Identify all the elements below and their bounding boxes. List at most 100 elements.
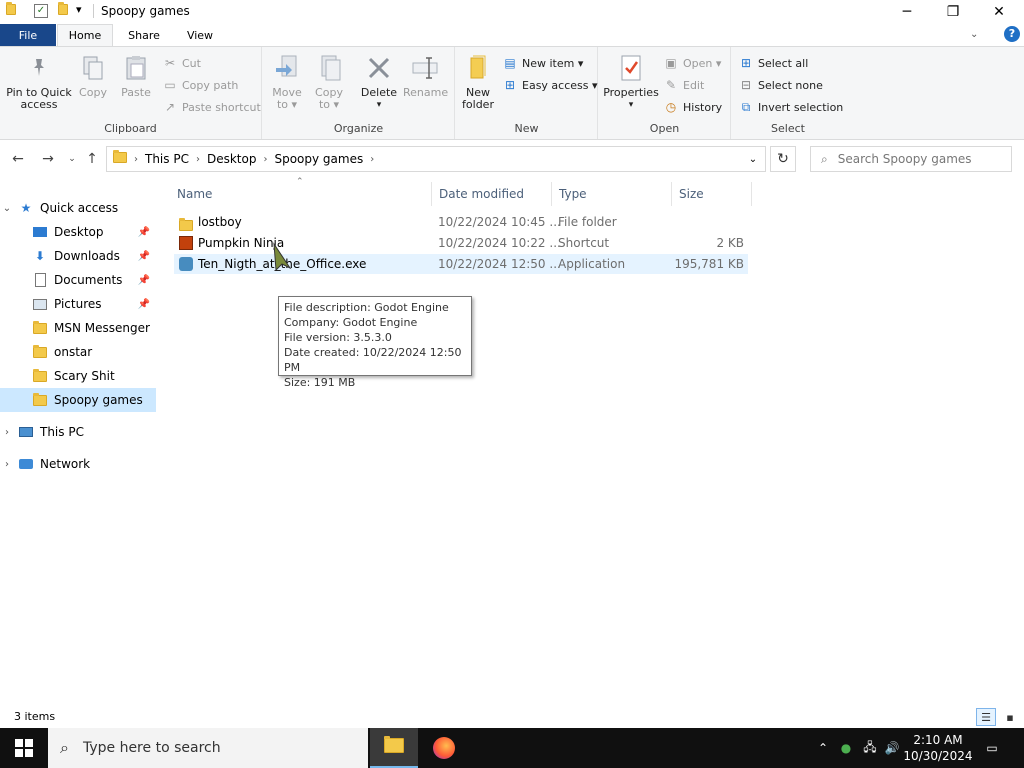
chevron-right-icon[interactable]: › xyxy=(0,459,14,470)
nav-network[interactable]: › Network xyxy=(0,452,156,476)
minimize-button[interactable]: ─ xyxy=(884,0,930,24)
breadcrumb-desktop[interactable]: Desktop xyxy=(207,152,257,166)
folder-icon xyxy=(32,368,48,383)
clipboard-group: Pin to Quick access Copy Paste ✂ Cut ▭ Cop… xyxy=(0,47,262,139)
open-button[interactable]: ▣ Open ▾ xyxy=(663,55,721,71)
file-row[interactable]: Ten_Nigth_at_the_Office.exe 10/22/2024 1… xyxy=(174,254,748,274)
copy-path-icon: ▭ xyxy=(164,78,176,92)
tab-view[interactable]: View xyxy=(172,24,228,46)
file-row[interactable]: Pumpkin Ninja 10/22/2024 10:22 ... Short… xyxy=(174,233,748,253)
show-hidden-icons-chevron-icon[interactable]: ⌃ xyxy=(814,728,832,768)
nav-item-downloads[interactable]: ⬇ Downloads 📌 xyxy=(0,244,156,268)
ribbon-collapse-icon[interactable]: ⌄ xyxy=(970,29,978,40)
forward-button[interactable]: → xyxy=(38,149,58,169)
new-item-button[interactable]: ▤ New item ▾ xyxy=(502,55,583,71)
file-type: Application xyxy=(558,257,626,271)
pin-label-2: access xyxy=(20,98,58,111)
breadcrumb-separator: › xyxy=(195,153,200,165)
move-to-button[interactable]: Move to ▾ xyxy=(269,53,305,111)
easy-access-button[interactable]: ⊞ Easy access ▾ xyxy=(502,77,598,93)
taskbar-search[interactable]: ⌕ Type here to search xyxy=(48,728,368,768)
tab-share[interactable]: Share xyxy=(116,24,172,46)
tab-home[interactable]: Home xyxy=(57,24,113,46)
up-button[interactable]: ↑ xyxy=(82,149,102,169)
new-folder-qa-icon[interactable] xyxy=(58,2,68,18)
file-size: 2 KB xyxy=(716,236,744,250)
select-all-button[interactable]: ⊞ Select all xyxy=(738,55,808,71)
address-dropdown-chevron-icon[interactable]: ⌄ xyxy=(740,146,766,172)
copy-to-button[interactable]: Copy to ▾ xyxy=(311,53,347,111)
details-view-icon[interactable]: ☰ xyxy=(976,708,996,726)
file-size: 195,781 KB xyxy=(674,257,744,271)
properties-button[interactable]: Properties ▾ xyxy=(603,53,659,111)
nav-item-onstar[interactable]: onstar xyxy=(0,340,156,364)
nav-quick-access[interactable]: ⌄ ★ Quick access xyxy=(0,196,156,220)
network-icon xyxy=(18,457,34,471)
nav-item-label: Spoopy games xyxy=(54,393,143,407)
nav-item-scary-shit[interactable]: Scary Shit xyxy=(0,364,156,388)
volume-icon[interactable]: 🔊 xyxy=(882,728,902,768)
select-none-button[interactable]: ⊟ Select none xyxy=(738,77,823,93)
nav-item-label: Pictures xyxy=(54,297,102,311)
nav-this-pc[interactable]: › This PC xyxy=(0,420,156,444)
file-row[interactable]: lostboy 10/22/2024 10:45 ... File folder xyxy=(174,212,748,232)
copy-button[interactable]: Copy xyxy=(76,53,110,99)
history-button[interactable]: ◷ History xyxy=(663,99,722,115)
back-button[interactable]: ← xyxy=(8,149,28,169)
history-icon: ◷ xyxy=(665,100,677,114)
move-to-label-2: to ▾ xyxy=(276,98,298,111)
taskbar-search-input[interactable]: Type here to search xyxy=(83,740,221,756)
edit-button[interactable]: ✎ Edit xyxy=(663,77,704,93)
chevron-right-icon[interactable]: › xyxy=(0,427,14,438)
invert-selection-button[interactable]: ⧉ Invert selection xyxy=(738,99,844,115)
taskbar-firefox[interactable] xyxy=(420,728,468,768)
move-to-icon xyxy=(272,53,302,83)
maximize-button[interactable]: ❐ xyxy=(930,0,976,24)
taskbar-file-explorer[interactable] xyxy=(370,728,418,768)
rename-button[interactable]: Rename xyxy=(403,53,448,99)
tab-file[interactable]: File xyxy=(0,24,56,46)
user-status-icon[interactable]: ● xyxy=(836,728,856,768)
search-box[interactable]: ⌕ Search Spoopy games xyxy=(810,146,1012,172)
nav-item-desktop[interactable]: Desktop 📌 xyxy=(0,220,156,244)
paste-button[interactable]: Paste xyxy=(118,53,154,99)
large-icons-view-icon[interactable]: ▪ xyxy=(1000,708,1020,726)
breadcrumb-spoopy-games[interactable]: Spoopy games xyxy=(274,152,363,166)
chevron-down-icon[interactable]: ⌄ xyxy=(0,203,14,214)
recent-locations-dropdown[interactable]: ⌄ xyxy=(62,149,82,169)
help-icon[interactable]: ? xyxy=(1004,26,1020,42)
nav-item-spoopy-games[interactable]: Spoopy games xyxy=(0,388,156,412)
properties-check-icon[interactable]: ✓ xyxy=(34,4,48,18)
search-input[interactable]: Search Spoopy games xyxy=(838,152,972,166)
edit-icon: ✎ xyxy=(665,78,677,92)
notifications-icon[interactable]: ▭ xyxy=(980,728,1004,768)
column-header-name[interactable]: Name xyxy=(170,182,432,206)
pin-to-quick-access-button[interactable]: Pin to Quick access xyxy=(4,53,74,111)
ribbon: Pin to Quick access Copy Paste ✂ Cut ▭ Cop… xyxy=(0,46,1024,140)
nav-item-msn-messenger[interactable]: MSN Messenger xyxy=(0,316,156,340)
copy-path-button[interactable]: ▭ Copy path xyxy=(162,77,238,93)
easy-access-icon: ⊞ xyxy=(504,78,516,92)
nav-item-label: Documents xyxy=(54,273,123,287)
column-header-size[interactable]: Size xyxy=(672,182,752,206)
customize-qa-dropdown[interactable]: ▾ xyxy=(76,3,82,16)
cut-button[interactable]: ✂ Cut xyxy=(162,55,201,71)
taskbar-clock[interactable]: 2:10 AM 10/30/2024 xyxy=(900,732,976,764)
breadcrumb-this-pc[interactable]: This PC xyxy=(145,152,189,166)
column-header-date[interactable]: Date modified xyxy=(432,182,552,206)
delete-button[interactable]: Delete ▾ xyxy=(359,53,399,111)
start-button[interactable] xyxy=(0,728,48,768)
copy-to-icon xyxy=(314,53,344,83)
paste-shortcut-button[interactable]: ↗ Paste shortcut xyxy=(162,99,261,115)
column-header-type[interactable]: Type xyxy=(552,182,672,206)
delete-dropdown: ▾ xyxy=(376,100,382,110)
close-button[interactable]: ✕ xyxy=(976,0,1022,24)
nav-network-label: Network xyxy=(40,457,91,471)
new-folder-button[interactable]: New folder xyxy=(460,53,496,111)
network-tray-icon[interactable]: 🖧 xyxy=(860,728,880,768)
nav-item-documents[interactable]: Documents 📌 xyxy=(0,268,156,292)
refresh-button[interactable]: ↻ xyxy=(770,146,796,172)
address-bar[interactable]: › This PC › Desktop › Spoopy games › xyxy=(106,146,766,172)
nav-item-pictures[interactable]: Pictures 📌 xyxy=(0,292,156,316)
properties-icon xyxy=(616,53,646,83)
